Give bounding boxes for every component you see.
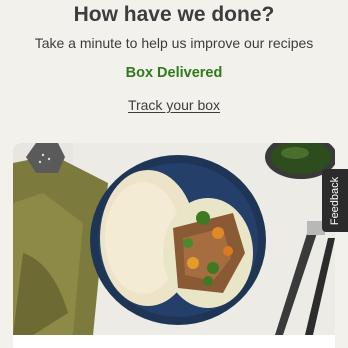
- recipe-card[interactable]: [13, 143, 335, 348]
- feedback-tab[interactable]: Feedback: [322, 169, 348, 232]
- page-title: How have we done?: [73, 3, 275, 26]
- recipe-photo: [13, 143, 335, 335]
- feedback-tab-label: Feedback: [329, 176, 341, 225]
- page-subtitle: Take a minute to help us improve our rec…: [34, 35, 314, 51]
- track-box-link[interactable]: Track your box: [0, 97, 348, 113]
- delivery-status: Box Delivered: [125, 65, 223, 81]
- page: How have we done? Take a minute to help …: [0, 0, 348, 348]
- recipe-card-body: [13, 335, 335, 348]
